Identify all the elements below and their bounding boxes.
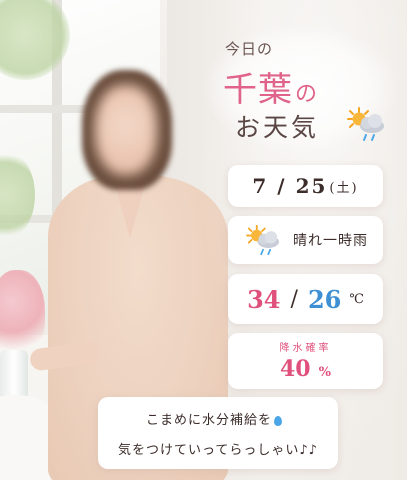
weather-graphic: 今日の 千葉の お天気 7 / 25 (土) 晴れ一時雨 34 / 26 ℃ 降… [0, 0, 407, 480]
rain-unit: % [318, 365, 331, 380]
city-name: 千葉 [223, 70, 293, 110]
city-suffix: の [295, 82, 319, 107]
rain-card: 降水確率 40% [228, 333, 383, 389]
day-of-week: (土) [329, 180, 359, 196]
person-face-blurred [95, 85, 157, 175]
sun-cloud-rain-icon [347, 107, 384, 141]
rain-label: 降水確率 [279, 343, 332, 354]
temp-low: 26 [307, 284, 342, 314]
temp-unit: ℃ [349, 291, 364, 307]
date-card: 7 / 25 (土) [228, 165, 383, 207]
temperature-card: 34 / 26 ℃ [228, 274, 383, 324]
title-today: 今日の [225, 40, 274, 58]
message-line-2: 気をつけていってらっしゃい♪♪ [118, 443, 318, 458]
flower-bouquet [0, 270, 45, 360]
rain-value-row: 40% [228, 356, 383, 382]
water-drop-icon [274, 415, 283, 426]
message-line-1: こまめに水分補給を [146, 409, 283, 428]
forecast-card: 晴れ一時雨 [228, 216, 383, 264]
sun-cloud-rain-icon [246, 224, 279, 256]
message-card: こまめに水分補給を 気をつけていってらっしゃい♪♪ [98, 397, 338, 469]
temp-separator: / [290, 286, 298, 312]
date-value: 7 / 25 [252, 174, 328, 198]
side-table [0, 395, 50, 480]
rain-value: 40 [280, 356, 311, 382]
forecast-text: 晴れ一時雨 [293, 233, 368, 249]
title-weather: お天気 [235, 113, 320, 142]
temp-high: 34 [247, 284, 281, 314]
title-block: 今日の 千葉の お天気 [205, 20, 405, 150]
title-city: 千葉の [223, 62, 318, 111]
message-text-1: こまめに水分補給を [146, 413, 273, 428]
